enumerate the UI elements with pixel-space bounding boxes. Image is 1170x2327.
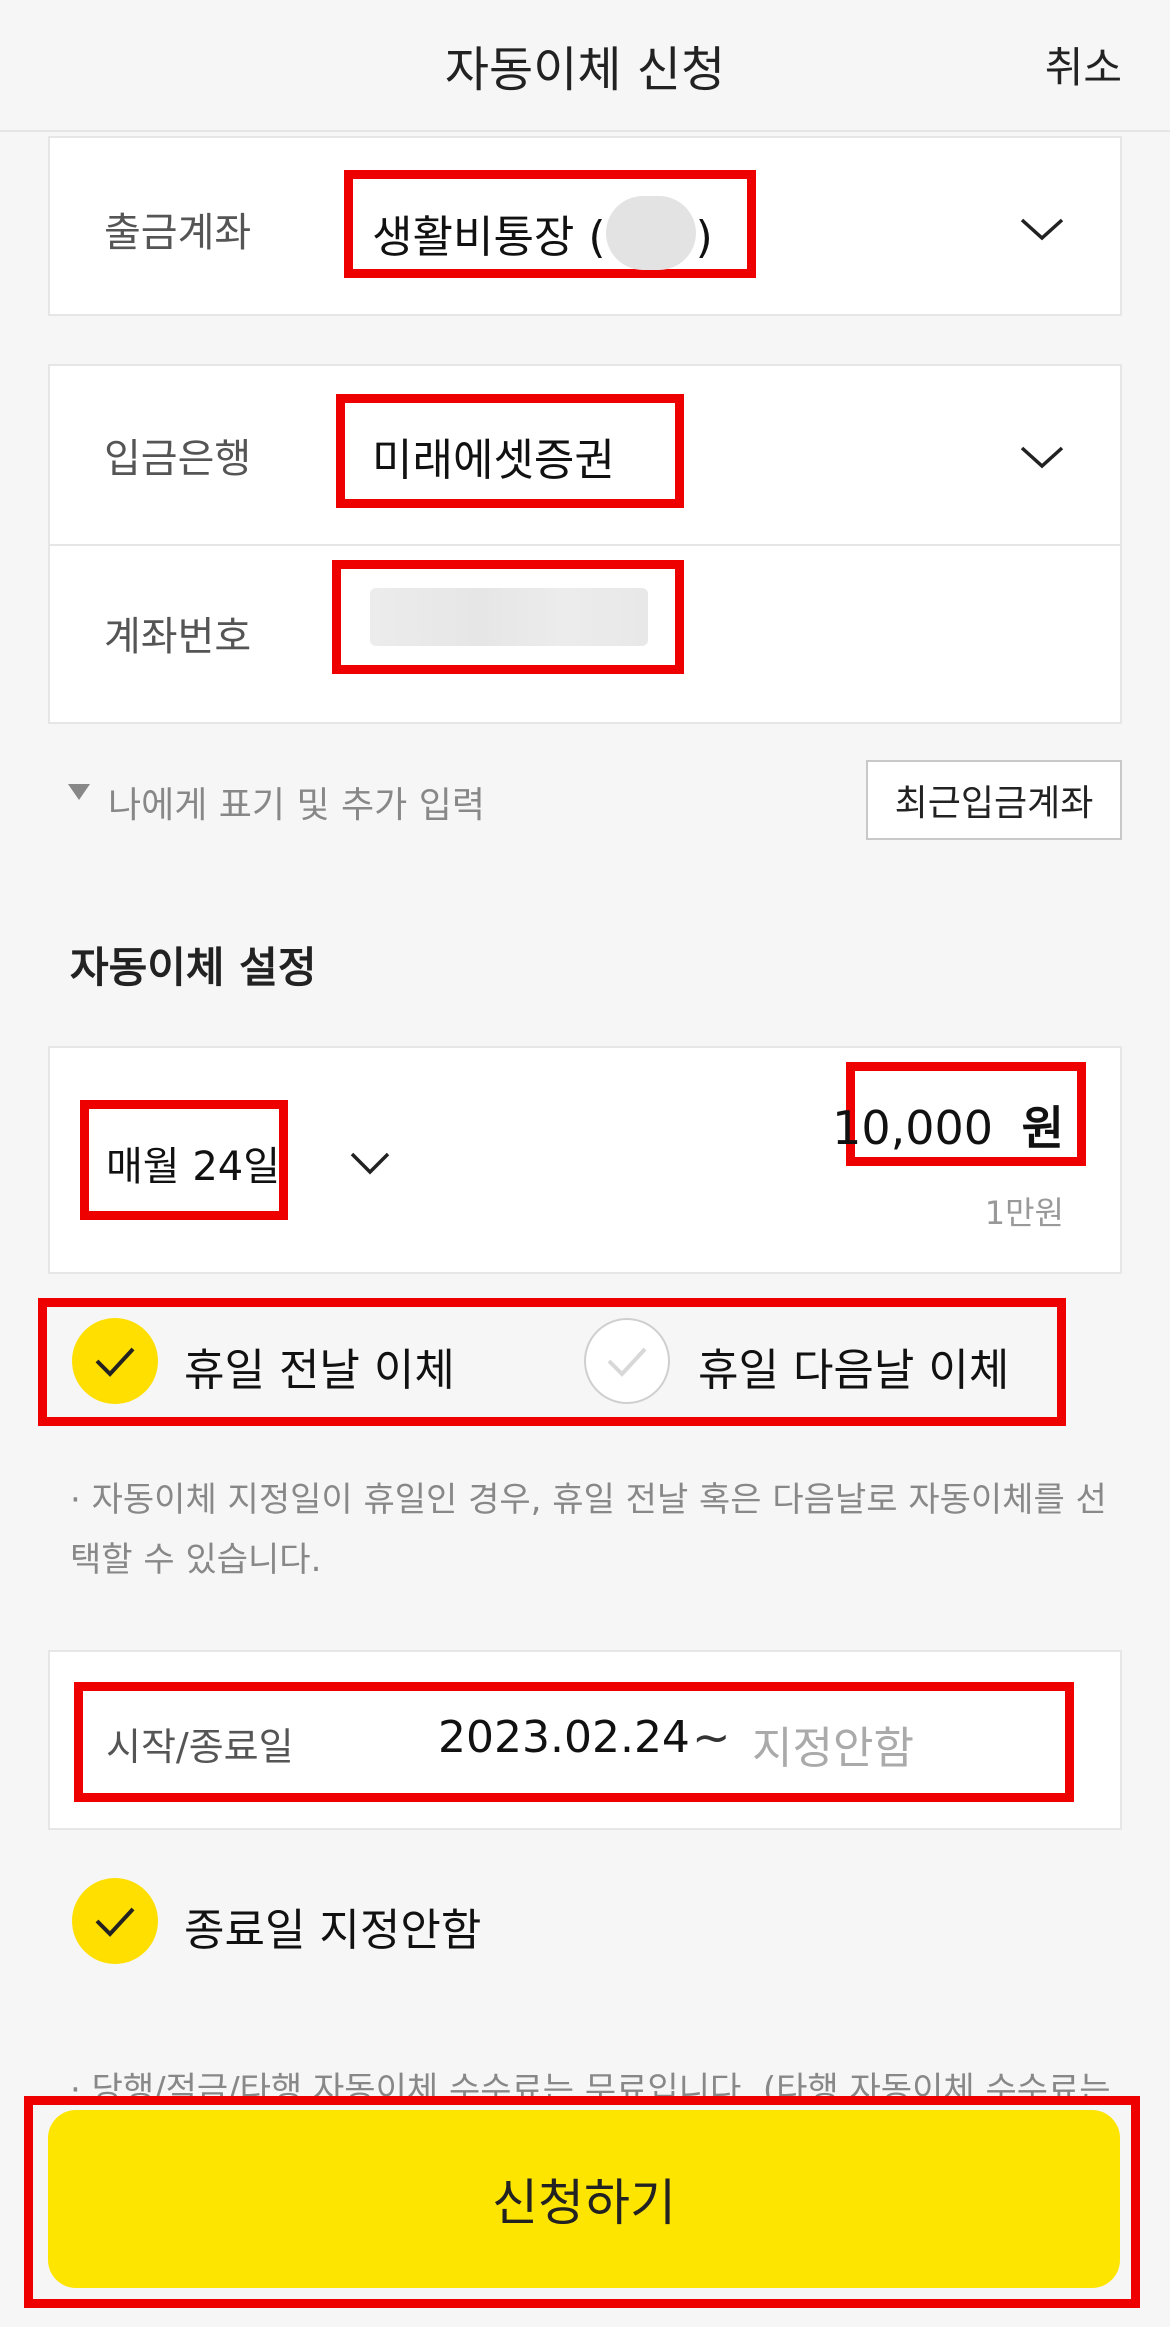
- withdraw-account-card[interactable]: 출금계좌 생활비통장 (): [48, 136, 1122, 316]
- account-number-label: 계좌번호: [104, 614, 252, 660]
- withdraw-account-suffix: ): [695, 212, 713, 263]
- holiday-next-label[interactable]: 휴일 다음날 이체: [698, 1334, 1009, 1398]
- divider: [50, 544, 1120, 546]
- no-end-date-check[interactable]: [72, 1878, 158, 1964]
- no-end-date-label[interactable]: 종료일 지정안함: [184, 1894, 481, 1958]
- check-icon: [95, 1907, 135, 1937]
- holiday-prev-check[interactable]: [72, 1318, 158, 1404]
- deposit-card: 입금은행 미래에셋증권 계좌번호: [48, 364, 1122, 724]
- period-card: 시작/종료일 2023.02.24 ~ 지정안함: [48, 1650, 1122, 1830]
- app-header: 자동이체 신청 취소: [0, 0, 1170, 132]
- check-icon: [95, 1347, 135, 1377]
- schedule-card: 매월 24일 10,000 원 1만원: [48, 1046, 1122, 1274]
- triangle-down-icon: [68, 784, 90, 800]
- section-title: 자동이체 설정: [70, 943, 317, 992]
- submit-button[interactable]: 신청하기: [48, 2110, 1120, 2288]
- withdraw-account-name: 생활비통장 (: [372, 212, 606, 263]
- extra-input-toggle[interactable]: 나에게 표기 및 추가 입력: [108, 776, 485, 828]
- chevron-down-icon[interactable]: [1018, 442, 1066, 472]
- start-date[interactable]: 2023.02.24: [438, 1712, 690, 1763]
- deposit-bank-value[interactable]: 미래에셋증권: [372, 424, 615, 488]
- chevron-down-icon[interactable]: [346, 1148, 394, 1178]
- chevron-down-icon[interactable]: [1018, 214, 1066, 244]
- period-tilde: ~: [692, 1710, 731, 1764]
- withdraw-account-label: 출금계좌: [104, 210, 252, 256]
- amount-field[interactable]: 10,000 원: [832, 1092, 1064, 1158]
- withdraw-account-value[interactable]: 생활비통장 (): [372, 196, 713, 270]
- page-title: 자동이체 신청: [444, 42, 726, 98]
- end-date[interactable]: 지정안함: [752, 1712, 914, 1776]
- holiday-next-check[interactable]: [584, 1318, 670, 1404]
- masked-account-number: [605, 196, 696, 270]
- amount-unit: 원: [1021, 1101, 1064, 1155]
- check-icon: [607, 1347, 647, 1377]
- amount-value: 10,000: [832, 1101, 994, 1155]
- holiday-prev-label[interactable]: 휴일 전날 이체: [184, 1334, 455, 1398]
- amount-hint: 1만원: [984, 1194, 1064, 1232]
- recent-accounts-button[interactable]: 최근입금계좌: [866, 760, 1122, 840]
- schedule-select[interactable]: 매월 24일: [106, 1134, 280, 1192]
- holiday-note: · 자동이체 지정일이 휴일인 경우, 휴일 전날 혹은 다음날로 자동이체를 …: [70, 1480, 1107, 1580]
- account-number-input[interactable]: [370, 588, 648, 646]
- cancel-button[interactable]: 취소: [1045, 34, 1122, 95]
- deposit-bank-label: 입금은행: [104, 436, 252, 482]
- period-label: 시작/종료일: [106, 1725, 294, 1769]
